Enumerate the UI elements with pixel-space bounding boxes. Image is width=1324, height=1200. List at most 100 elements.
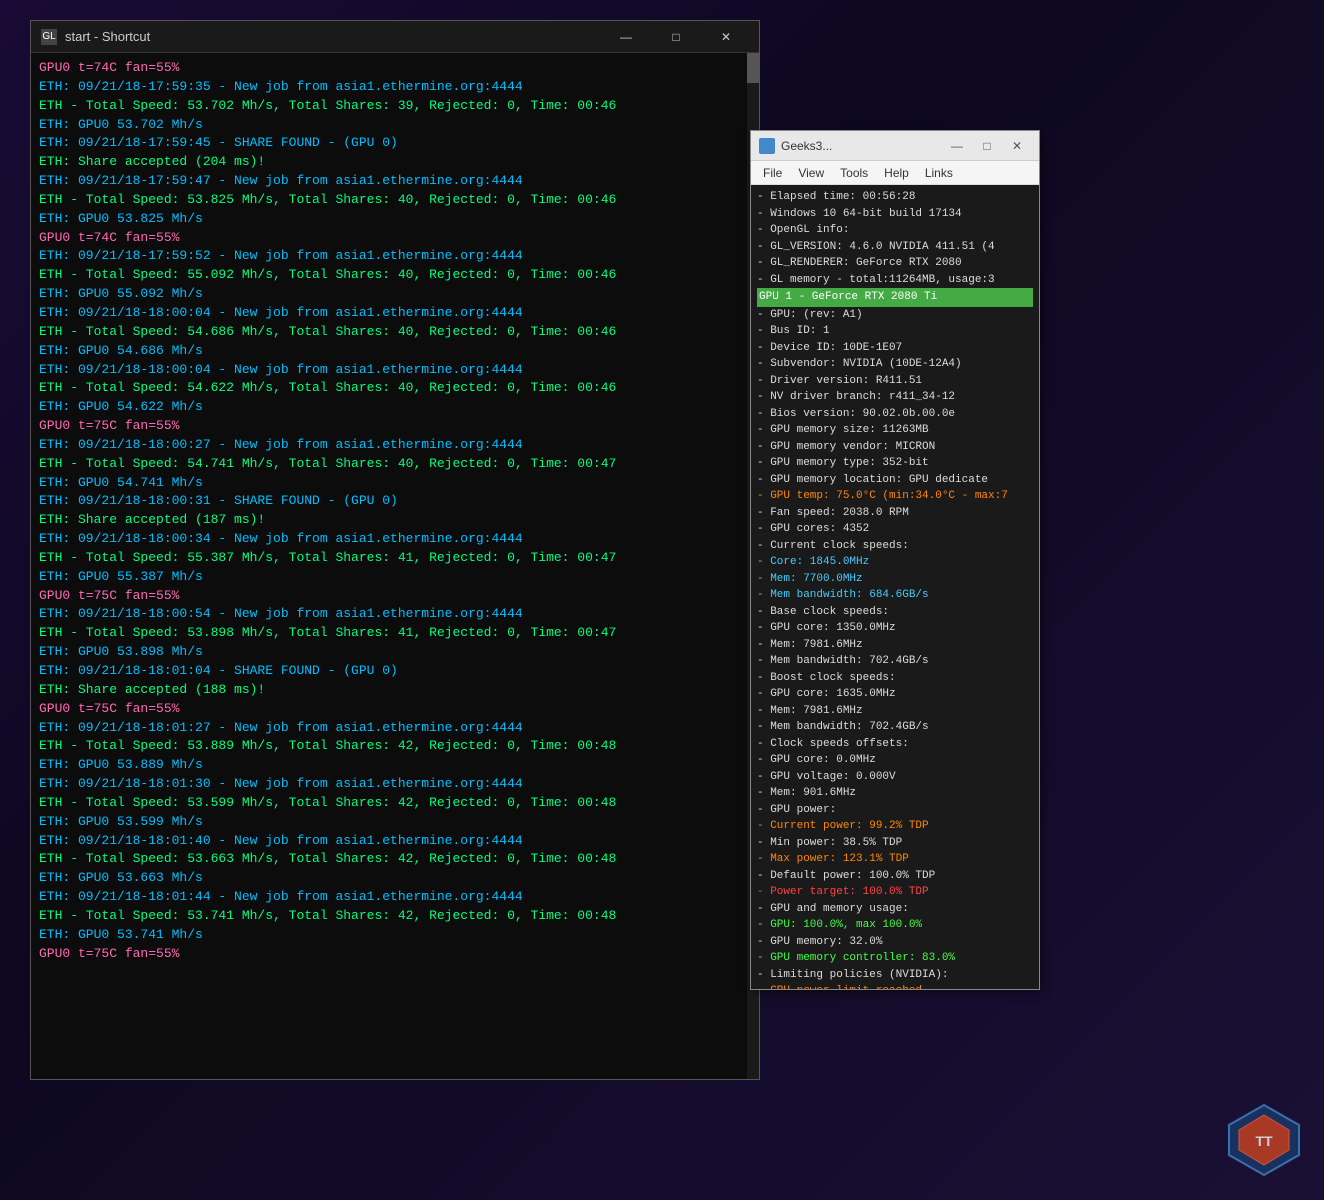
terminal-line: GPU0 t=75C fan=55% [39,417,751,436]
geeks-line: - Device ID: 10DE-1E07 [757,340,1033,357]
menu-links[interactable]: Links [917,164,961,182]
geeks-line: - Current clock speeds: [757,538,1033,555]
geeks-line: - GPU temp: 75.0°C (min:34.0°C - max:7 [757,488,1033,505]
geeks-maximize-button[interactable]: □ [973,134,1001,158]
terminal-body: GPU0 t=74C fan=55%ETH: 09/21/18-17:59:35… [31,53,759,1079]
geeks-line: - GPU memory: 32.0% [757,934,1033,951]
terminal-line: ETH: Share accepted (188 ms)! [39,681,751,700]
geeks-line: - Core: 1845.0MHz [757,554,1033,571]
terminal-line: ETH: GPU0 53.898 Mh/s [39,643,751,662]
geeks-line: - Clock speeds offsets: [757,736,1033,753]
menu-view[interactable]: View [790,164,832,182]
geeks-line: - GL memory - total:11264MB, usage:3 [757,272,1033,289]
terminal-line: ETH: 09/21/18-18:00:31 - SHARE FOUND - (… [39,492,751,511]
geeks-title-text: Geeks3... [781,139,832,153]
svg-text:TT: TT [1255,1133,1273,1149]
terminal-line: ETH - Total Speed: 53.702 Mh/s, Total Sh… [39,97,751,116]
geeks-line: - Mem: 7981.6MHz [757,703,1033,720]
geeks-line: - Bios version: 90.02.0b.00.0e [757,406,1033,423]
terminal-line: ETH: GPU0 54.741 Mh/s [39,474,751,493]
geeks-minimize-button[interactable]: — [943,134,971,158]
geeks-line: - GPU voltage: 0.000V [757,769,1033,786]
geeks-line: - Mem: 901.6MHz [757,785,1033,802]
geeks-line: - Min power: 38.5% TDP [757,835,1033,852]
terminal-line: ETH: GPU0 54.686 Mh/s [39,342,751,361]
terminal-line: ETH: 09/21/18-18:01:27 - New job from as… [39,719,751,738]
geeks-line: - Subvendor: NVIDIA (10DE-12A4) [757,356,1033,373]
geeks-line: - Current power: 99.2% TDP [757,818,1033,835]
terminal-line: ETH - Total Speed: 54.622 Mh/s, Total Sh… [39,379,751,398]
geeks-line: - NV driver branch: r411_34-12 [757,389,1033,406]
terminal-line: GPU0 t=75C fan=55% [39,587,751,606]
geeks-line: - GPU: 100.0%, max 100.0% [757,917,1033,934]
geeks-title: Geeks3... [759,138,832,154]
terminal-line: ETH: GPU0 55.387 Mh/s [39,568,751,587]
geeks-close-button[interactable]: ✕ [1003,134,1031,158]
geeks-line: - GPU core: 1635.0MHz [757,686,1033,703]
terminal-line: ETH - Total Speed: 53.889 Mh/s, Total Sh… [39,737,751,756]
terminal-line: ETH - Total Speed: 54.686 Mh/s, Total Sh… [39,323,751,342]
terminal-window: GL start - Shortcut — □ ✕ GPU0 t=74C fan… [30,20,760,1080]
terminal-line: ETH - Total Speed: 53.898 Mh/s, Total Sh… [39,624,751,643]
terminal-line: ETH: 09/21/18-18:01:44 - New job from as… [39,888,751,907]
terminal-line: ETH - Total Speed: 53.663 Mh/s, Total Sh… [39,850,751,869]
geeks-line: - Driver version: R411.51 [757,373,1033,390]
geeks-line: - Boost clock speeds: [757,670,1033,687]
terminal-line: ETH: 09/21/18-17:59:35 - New job from as… [39,78,751,97]
terminal-title-text: start - Shortcut [65,29,150,44]
terminal-line: ETH: 09/21/18-17:59:45 - SHARE FOUND - (… [39,134,751,153]
terminal-icon: GL [41,29,57,45]
geeks-line: GPU 1 - GeForce RTX 2080 Ti [757,288,1033,307]
terminal-line: ETH: Share accepted (204 ms)! [39,153,751,172]
geeks-icon [759,138,775,154]
geeks-line: - GPU: (rev: A1) [757,307,1033,324]
geeks-window: Geeks3... — □ ✕ File View Tools Help Lin… [750,130,1040,990]
geeks-line: - Fan speed: 2038.0 RPM [757,505,1033,522]
scrollbar-thumb[interactable] [747,53,759,83]
geeks-line: - Mem bandwidth: 702.4GB/s [757,719,1033,736]
terminal-line: ETH: GPU0 53.741 Mh/s [39,926,751,945]
terminal-line: ETH: GPU0 53.889 Mh/s [39,756,751,775]
geeks-line: - GPU and memory usage: [757,901,1033,918]
maximize-button[interactable]: □ [653,23,699,51]
geeks-line: - GPU memory location: GPU dedicate [757,472,1033,489]
geeks-line: - GPU cores: 4352 [757,521,1033,538]
minimize-button[interactable]: — [603,23,649,51]
terminal-line: ETH: 09/21/18-18:01:04 - SHARE FOUND - (… [39,662,751,681]
geeks-line: - GPU memory size: 11263MB [757,422,1033,439]
terminal-controls[interactable]: — □ ✕ [603,23,749,51]
geeks-line: - Mem bandwidth: 684.6GB/s [757,587,1033,604]
terminal-line: GPU0 t=74C fan=55% [39,229,751,248]
geeks-line: - Limiting policies (NVIDIA): [757,967,1033,984]
geeks-line: - Default power: 100.0% TDP [757,868,1033,885]
geeks-line: - GL_VERSION: 4.6.0 NVIDIA 411.51 (4 [757,239,1033,256]
geeks-line: - GPU core: 1350.0MHz [757,620,1033,637]
geeks-controls[interactable]: — □ ✕ [943,134,1031,158]
terminal-line: ETH: 09/21/18-17:59:47 - New job from as… [39,172,751,191]
geeks-line: - Bus ID: 1 [757,323,1033,340]
menu-file[interactable]: File [755,164,790,182]
terminal-line: GPU0 t=74C fan=55% [39,59,751,78]
geeks-line: - GL_RENDERER: GeForce RTX 2080 [757,255,1033,272]
terminal-line: ETH: GPU0 53.599 Mh/s [39,813,751,832]
terminal-line: ETH: Share accepted (187 ms)! [39,511,751,530]
terminal-line: ETH: 09/21/18-18:00:54 - New job from as… [39,605,751,624]
terminal-line: ETH: 09/21/18-18:01:40 - New job from as… [39,832,751,851]
terminal-line: ETH: 09/21/18-18:00:04 - New job from as… [39,361,751,380]
corner-logo: TT [1224,1100,1304,1180]
geeks-menubar: File View Tools Help Links [751,161,1039,185]
geeks-line: - GPU core: 0.0MHz [757,752,1033,769]
geeks-line: - GPU memory type: 352-bit [757,455,1033,472]
close-button[interactable]: ✕ [703,23,749,51]
terminal-line: GPU0 t=75C fan=55% [39,700,751,719]
terminal-line: ETH: GPU0 53.663 Mh/s [39,869,751,888]
menu-help[interactable]: Help [876,164,917,182]
terminal-line: ETH: 09/21/18-18:01:30 - New job from as… [39,775,751,794]
terminal-line: ETH: GPU0 54.622 Mh/s [39,398,751,417]
terminal-line: ETH - Total Speed: 55.092 Mh/s, Total Sh… [39,266,751,285]
terminal-line: ETH: 09/21/18-18:00:27 - New job from as… [39,436,751,455]
menu-tools[interactable]: Tools [832,164,876,182]
terminal-line: ETH: 09/21/18-18:00:04 - New job from as… [39,304,751,323]
geeks-line: - Mem: 7981.6MHz [757,637,1033,654]
geeks-line: - Power target: 100.0% TDP [757,884,1033,901]
